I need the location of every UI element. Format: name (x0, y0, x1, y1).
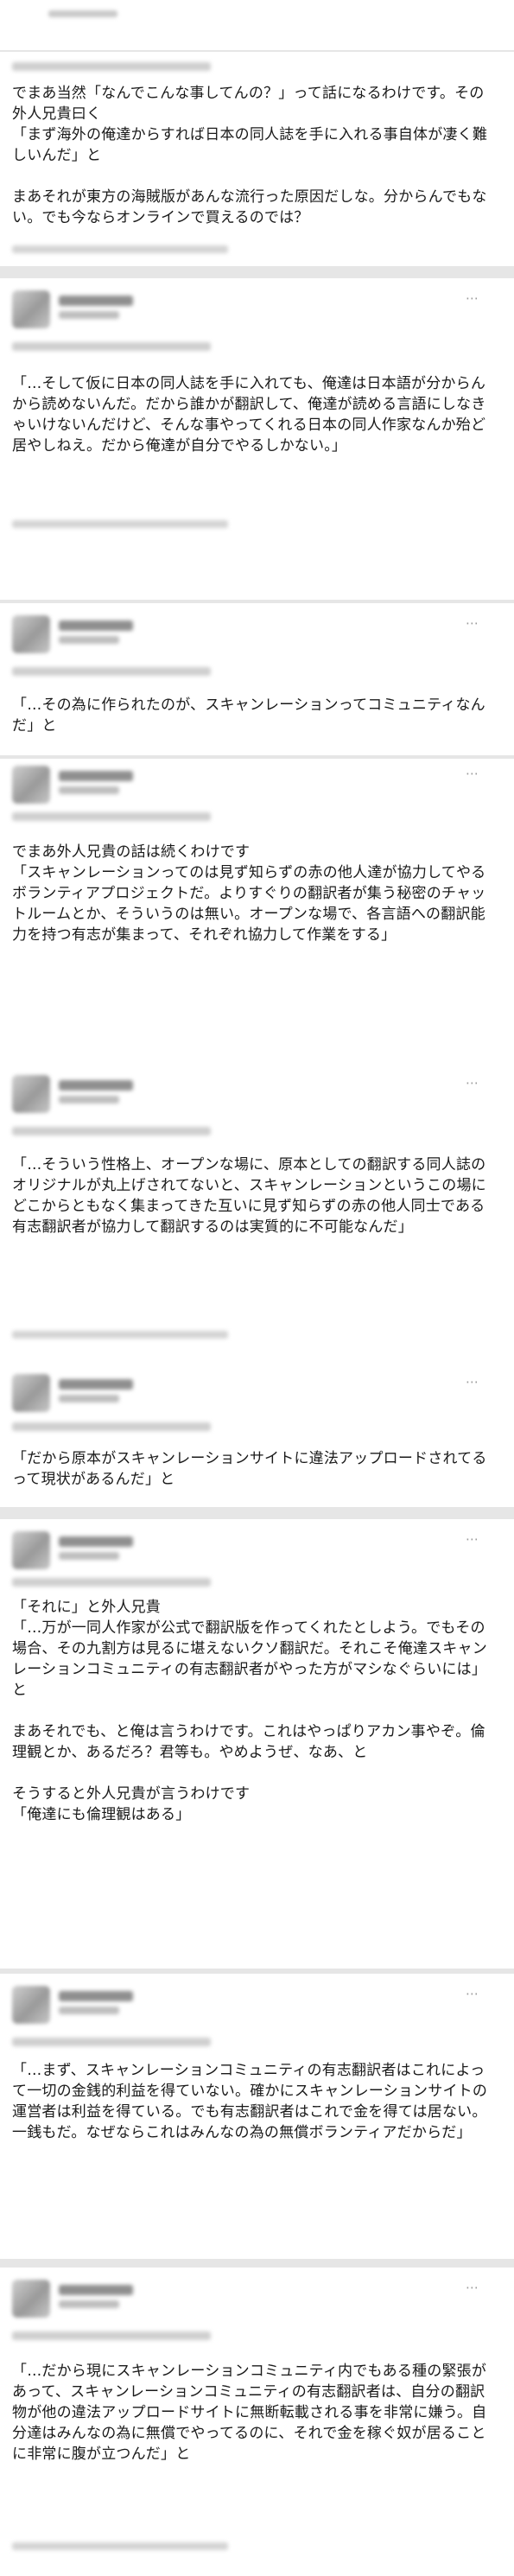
tweet-header: ⋯ (12, 2280, 479, 2318)
more-options-icon[interactable]: ⋯ (466, 1075, 479, 1091)
tweet-card[interactable]: でまあ当然「なんでこんな事してんの？」って話になるわけです。その外人兄貴曰く 「… (0, 52, 514, 266)
avatar[interactable] (12, 1986, 50, 2024)
blurred-display-name[interactable] (59, 620, 133, 631)
blurred-reply-context (12, 1127, 211, 1135)
tweet-card[interactable]: ⋯ 「…だから現にスキャンレーションコミュニティ内でもある種の緊張があって、スキ… (0, 2268, 514, 2576)
more-options-icon[interactable]: ⋯ (466, 1986, 479, 2001)
avatar[interactable] (12, 2280, 50, 2318)
blurred-handle (48, 10, 117, 17)
blurred-display-name[interactable] (59, 1991, 133, 2001)
blurred-handle[interactable] (59, 786, 119, 794)
blurred-timestamp (12, 245, 228, 253)
avatar[interactable] (12, 1531, 50, 1569)
more-options-icon[interactable]: ⋯ (466, 615, 479, 631)
tweet-text: 「…まず、スキャンレーションコミュニティの有志翻訳者はこれによって一切の金銭的利… (12, 2062, 488, 2141)
more-options-icon[interactable]: ⋯ (466, 2280, 479, 2295)
more-options-icon[interactable]: ⋯ (466, 766, 479, 781)
tweet-thread: でまあ当然「なんでこんな事してんの？」って話になるわけです。その外人兄貴曰く 「… (0, 0, 514, 2576)
tweet-card[interactable]: ⋯ 「それに」と外人兄貴 「…万が一同人作家が公式で翻訳版を作ってくれたとしよう… (0, 1519, 514, 1969)
tweet-card[interactable]: ⋯ 「…その為に作られたのが、スキャンレーションってコミュニティなんだ」と (0, 603, 514, 755)
blurred-timestamp (12, 1331, 228, 1339)
blurred-reply-context (12, 1578, 211, 1587)
blurred-reply-context (12, 1422, 211, 1431)
blurred-timestamp (12, 520, 228, 528)
blurred-reply-context (12, 2331, 211, 2340)
previous-tweet-footer (0, 0, 514, 50)
tweet-text: 「…その為に作られたのが、スキャンレーションってコミュニティなんだ」と (12, 696, 485, 735)
blurred-handle[interactable] (59, 1552, 119, 1560)
tweet-text: 「だから原本がスキャンレーションサイトに違法アップロードされてるって現状があるん… (12, 1450, 487, 1488)
blurred-handle[interactable] (59, 311, 119, 319)
blurred-display-name[interactable] (59, 1536, 133, 1547)
blurred-reply-context (12, 342, 211, 351)
blurred-reply-context (12, 812, 211, 821)
tweet-text: 「…そういう性格上、オープンな場に、原本としての翻訳する同人誌のオリジナルが丸上… (12, 1156, 486, 1236)
tweet-header: ⋯ (12, 290, 479, 328)
blurred-handle[interactable] (59, 2007, 119, 2014)
blurred-reply-context (12, 62, 211, 71)
tweet-card[interactable]: ⋯ 「だから原本がスキャンレーションサイトに違法アップロードされてるって現状があ… (0, 1365, 514, 1507)
tweet-card[interactable]: ⋯ 「…まず、スキャンレーションコミュニティの有志翻訳者はこれによって一切の金銭… (0, 1974, 514, 2259)
tweet-header: ⋯ (12, 1531, 479, 1569)
blurred-display-name[interactable] (59, 771, 133, 781)
tweet-card[interactable]: ⋯ 「…そういう性格上、オープンな場に、原本としての翻訳する同人誌のオリジナルが… (0, 1063, 514, 1365)
blurred-display-name[interactable] (59, 296, 133, 306)
avatar[interactable] (12, 1075, 50, 1113)
avatar[interactable] (12, 766, 50, 804)
blurred-handle[interactable] (59, 2300, 119, 2308)
blurred-handle[interactable] (59, 1395, 119, 1402)
tweet-text: でまあ当然「なんでこんな事してんの？」って話になるわけです。その外人兄貴曰く 「… (12, 85, 488, 226)
tweet-text: 「…だから現にスキャンレーションコミュニティ内でもある種の緊張があって、スキャン… (12, 2363, 487, 2463)
blurred-display-name[interactable] (59, 1379, 133, 1390)
tweet-header: ⋯ (12, 1374, 479, 1412)
tweet-header: ⋯ (12, 1075, 479, 1113)
more-options-icon[interactable]: ⋯ (466, 290, 479, 306)
blurred-reply-context (12, 2038, 211, 2046)
tweet-text: 「それに」と外人兄貴 「…万が一同人作家が公式で翻訳版を作ってくれたとしよう。で… (12, 1599, 487, 1823)
blurred-handle[interactable] (59, 636, 119, 644)
avatar[interactable] (12, 290, 50, 328)
blurred-reply-context (12, 667, 211, 676)
tweet-card[interactable]: ⋯ でまあ外人兄貴の話は続くわけです 「スキャンレーションってのは見ず知らずの赤… (0, 759, 514, 1063)
tweet-header: ⋯ (12, 615, 479, 653)
tweet-header: ⋯ (12, 1986, 479, 2024)
tweet-header: ⋯ (12, 766, 479, 804)
tweet-text: 「…そして仮に日本の同人誌を手に入れても、俺達は日本語が分からんから読めないんだ… (12, 375, 486, 455)
tweet-card[interactable]: ⋯ 「…そして仮に日本の同人誌を手に入れても、俺達は日本語が分からんから読めない… (0, 278, 514, 600)
avatar[interactable] (12, 615, 50, 653)
tweet-text: でまあ外人兄貴の話は続くわけです 「スキャンレーションってのは見ず知らずの赤の他… (12, 843, 486, 944)
blurred-handle[interactable] (59, 1096, 119, 1104)
blurred-timestamp (12, 2542, 228, 2550)
avatar[interactable] (12, 1374, 50, 1412)
more-options-icon[interactable]: ⋯ (466, 1374, 479, 1390)
blurred-display-name[interactable] (59, 1080, 133, 1091)
more-options-icon[interactable]: ⋯ (466, 1531, 479, 1547)
blurred-display-name[interactable] (59, 2285, 133, 2295)
